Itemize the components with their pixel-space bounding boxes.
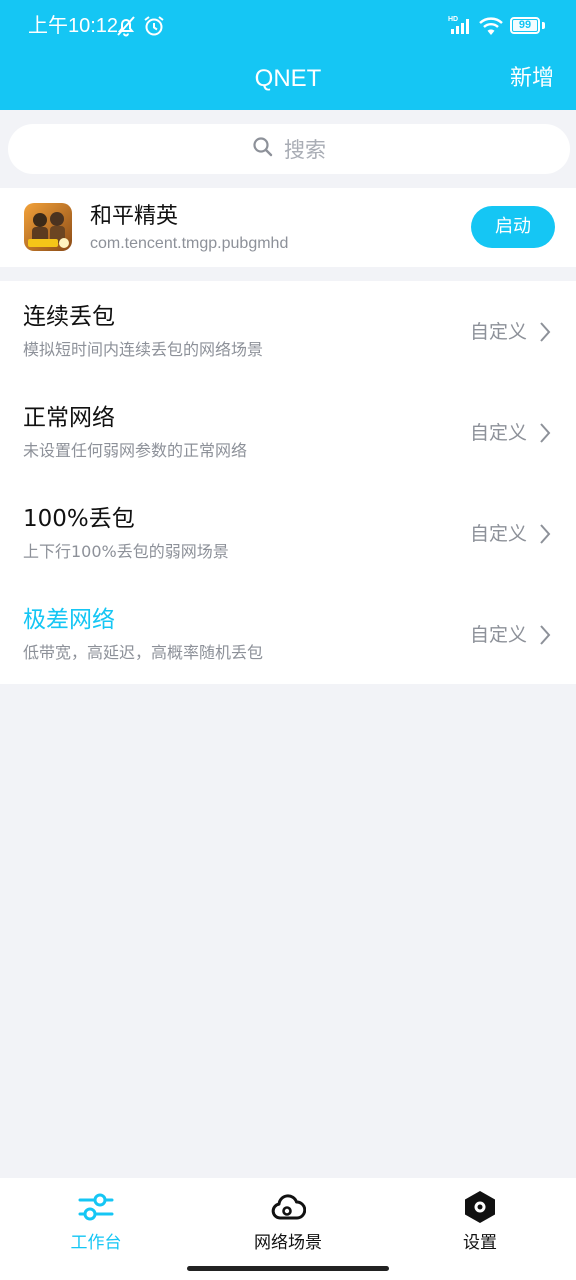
sliders-icon	[78, 1193, 114, 1228]
scenario-title: 正常网络	[23, 405, 115, 431]
chevron-right-icon	[538, 624, 552, 650]
chevron-right-icon	[538, 321, 552, 347]
tab-settings[interactable]: 设置	[420, 1190, 540, 1254]
tab-label: 设置	[463, 1233, 497, 1253]
mute-icon	[114, 14, 138, 42]
tab-network-scenes[interactable]: 网络场景	[228, 1190, 348, 1254]
search-icon	[252, 136, 274, 162]
scenario-subtitle: 未设置任何弱网参数的正常网络	[23, 441, 248, 460]
battery-tip	[542, 22, 545, 29]
tab-workbench[interactable]: 工作台	[36, 1190, 156, 1254]
app-package: com.tencent.tmgp.pubgmhd	[90, 235, 289, 252]
list-item[interactable]: 正常网络 未设置任何弱网参数的正常网络 自定义	[0, 382, 576, 483]
battery-level: 99	[518, 19, 532, 31]
bottom-tab-bar: 工作台 网络场景 设置	[0, 1178, 576, 1280]
customize-link[interactable]: 自定义	[470, 419, 527, 447]
battery-icon: 99	[510, 17, 540, 34]
tab-label: 网络场景	[254, 1233, 322, 1253]
home-indicator[interactable]	[187, 1266, 389, 1271]
cloud-icon	[270, 1194, 307, 1228]
scenario-subtitle: 上下行100%丢包的弱网场景	[23, 542, 229, 561]
customize-link[interactable]: 自定义	[470, 621, 527, 649]
scenario-title: 连续丢包	[23, 304, 115, 330]
scenario-subtitle: 模拟短时间内连续丢包的网络场景	[23, 340, 264, 359]
svg-text:HD: HD	[448, 16, 458, 23]
chevron-right-icon	[538, 523, 552, 549]
status-time: 上午10:12	[28, 15, 119, 37]
launch-button[interactable]: 启动	[471, 206, 555, 248]
scenario-title: 100%丢包	[23, 506, 135, 532]
customize-link[interactable]: 自定义	[470, 520, 527, 548]
hd-signal-icon: HD	[448, 14, 474, 42]
chevron-right-icon	[538, 422, 552, 448]
customize-link[interactable]: 自定义	[470, 318, 527, 346]
top-bar: 上午10:12 HD 99 QNET 新增	[0, 0, 576, 110]
tab-label: 工作台	[70, 1233, 122, 1253]
app-name: 和平精英	[90, 204, 179, 229]
list-item[interactable]: 连续丢包 模拟短时间内连续丢包的网络场景 自定义	[0, 281, 576, 382]
wifi-icon	[478, 14, 504, 42]
app-icon	[24, 203, 72, 251]
list-item[interactable]: 100%丢包 上下行100%丢包的弱网场景 自定义	[0, 483, 576, 584]
hexagon-settings-icon	[462, 1191, 498, 1228]
alarm-icon	[143, 14, 165, 42]
page-title: QNET	[254, 65, 322, 92]
list-item-selected[interactable]: 极差网络 低带宽，高延迟，高概率随机丢包 自定义	[0, 584, 576, 685]
scenario-subtitle: 低带宽，高延迟，高概率随机丢包	[23, 643, 264, 662]
add-new-button[interactable]: 新增	[510, 63, 554, 95]
scenario-list: 连续丢包 模拟短时间内连续丢包的网络场景 自定义 正常网络 未设置任何弱网参数的…	[0, 281, 576, 684]
status-bar: 上午10:12 HD 99	[0, 0, 576, 52]
search-bar[interactable]: 搜索	[8, 124, 570, 174]
search-input[interactable]: 搜索	[284, 134, 326, 164]
scenario-title: 极差网络	[23, 607, 115, 633]
